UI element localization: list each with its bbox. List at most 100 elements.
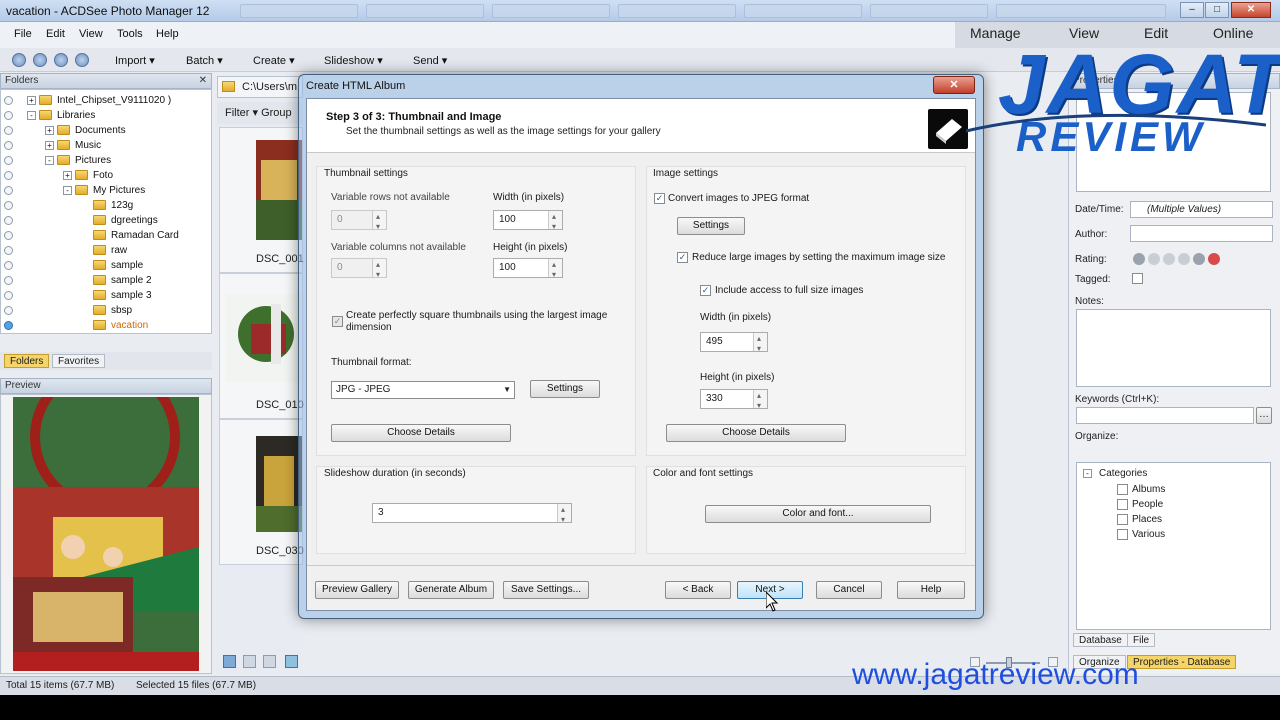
view-icon[interactable] <box>263 655 276 668</box>
menu-edit[interactable]: Edit <box>46 28 65 40</box>
view-icon[interactable] <box>243 655 256 668</box>
thumbnail-card[interactable]: DSC_030 <box>219 419 304 565</box>
background-tab[interactable] <box>870 4 988 18</box>
author-field[interactable] <box>1130 225 1273 242</box>
image-width-stepper[interactable]: 495 <box>700 330 768 358</box>
expander-icon[interactable]: + <box>63 171 72 180</box>
background-tab[interactable] <box>240 4 358 18</box>
folder-tree-item[interactable]: + Music <box>1 138 201 153</box>
image-settings-button[interactable]: Settings <box>677 217 745 235</box>
up-nav-icon[interactable] <box>54 53 68 67</box>
folder-tree-item[interactable]: sample 3 <box>1 288 201 303</box>
tab-file[interactable]: File <box>1127 633 1156 647</box>
back-nav-icon[interactable] <box>12 53 26 67</box>
folder-tree-item[interactable]: dgreetings <box>1 213 201 228</box>
keywords-field[interactable] <box>1076 407 1254 424</box>
refresh-nav-icon[interactable] <box>75 53 89 67</box>
folder-tree-item[interactable]: + Documents <box>1 123 201 138</box>
menu-file[interactable]: File <box>14 28 32 40</box>
stepper-arrows-icon[interactable] <box>753 330 767 358</box>
stepper-arrows-icon[interactable] <box>548 256 562 284</box>
folder-tree-item[interactable]: sample 2 <box>1 273 201 288</box>
generate-album-button[interactable]: Generate Album <box>408 581 494 599</box>
tab-database[interactable]: Database <box>1073 633 1128 647</box>
category-people[interactable]: People <box>1132 499 1163 510</box>
date-field[interactable]: (Multiple Values) <box>1130 201 1273 218</box>
square-thumbs-checkbox[interactable]: ✓ <box>332 316 343 327</box>
slideshow-duration-stepper[interactable]: 3 <box>372 501 572 529</box>
folder-tree-item[interactable]: - My Pictures <box>1 183 201 198</box>
full-size-access-checkbox[interactable]: ✓ <box>700 285 711 296</box>
filter-bar[interactable]: Filter ▾ Group <box>217 102 303 124</box>
category-various[interactable]: Various <box>1132 529 1165 540</box>
save-settings-button[interactable]: Save Settings... <box>503 581 589 599</box>
expander-icon[interactable]: + <box>45 126 54 135</box>
menu-help[interactable]: Help <box>156 28 179 40</box>
expander-icon[interactable]: - <box>27 111 36 120</box>
help-button[interactable]: Help <box>897 581 965 599</box>
category-checkbox[interactable] <box>1117 499 1128 510</box>
dialog-close-button[interactable]: ✕ <box>933 76 975 94</box>
toolbar-send[interactable]: Send ▾ <box>413 54 447 67</box>
folder-tree-item[interactable]: Ramadan Card <box>1 228 201 243</box>
thumb-width-stepper[interactable]: 100 <box>493 208 563 236</box>
folder-tree-item[interactable]: - Libraries <box>1 108 201 123</box>
close-window-button[interactable]: ✕ <box>1231 2 1271 18</box>
folder-tree-item[interactable]: + Intel_Chipset_V9111020 ) <box>1 93 201 108</box>
reduce-images-checkbox[interactable]: ✓ <box>677 252 688 263</box>
folder-tree-item[interactable]: sbsp <box>1 303 201 318</box>
category-checkbox[interactable] <box>1117 529 1128 540</box>
expander-icon[interactable]: - <box>63 186 72 195</box>
preview-gallery-button[interactable]: Preview Gallery <box>315 581 399 599</box>
background-tab[interactable] <box>618 4 736 18</box>
view-icon[interactable] <box>285 655 298 668</box>
stepper-arrows-icon[interactable] <box>557 501 571 529</box>
expander-icon[interactable]: + <box>27 96 36 105</box>
thumb-choose-details-button[interactable]: Choose Details <box>331 424 511 442</box>
toolbar-create[interactable]: Create ▾ <box>253 54 295 67</box>
category-checkbox[interactable] <box>1117 484 1128 495</box>
tab-folders[interactable]: Folders <box>4 354 50 368</box>
menu-tools[interactable]: Tools <box>117 28 143 40</box>
thumb-settings-button[interactable]: Settings <box>530 380 600 398</box>
background-tab[interactable] <box>492 4 610 18</box>
background-tab[interactable] <box>996 4 1166 18</box>
image-height-stepper[interactable]: 330 <box>700 387 768 415</box>
color-font-button[interactable]: Color and font... <box>705 505 931 523</box>
toolbar-batch[interactable]: Batch ▾ <box>186 54 223 67</box>
stepper-arrows-icon[interactable] <box>753 387 767 415</box>
view-icon[interactable] <box>223 655 236 668</box>
stepper-arrows-icon[interactable] <box>548 208 562 236</box>
tab-properties-database[interactable]: Properties - Database <box>1127 655 1237 669</box>
folder-tree-item[interactable]: - Pictures <box>1 153 201 168</box>
back-button[interactable]: < Back <box>665 581 731 599</box>
image-choose-details-button[interactable]: Choose Details <box>666 424 846 442</box>
thumb-format-select[interactable]: JPG - JPEG ▼ <box>331 381 515 399</box>
expander-icon[interactable]: + <box>45 141 54 150</box>
forward-nav-icon[interactable] <box>33 53 47 67</box>
thumb-height-stepper[interactable]: 100 <box>493 256 563 284</box>
convert-jpeg-checkbox[interactable]: ✓ <box>654 193 665 204</box>
tagged-checkbox[interactable] <box>1132 273 1143 284</box>
menu-view[interactable]: View <box>79 28 103 40</box>
folder-tree-item[interactable]: 123g <box>1 198 201 213</box>
notes-field[interactable] <box>1076 309 1271 387</box>
minimize-button[interactable]: – <box>1180 2 1204 18</box>
folder-tree-item[interactable]: raw <box>1 243 201 258</box>
category-checkbox[interactable] <box>1117 514 1128 525</box>
thumbnail-card[interactable]: DSC_001 <box>219 127 304 273</box>
folder-tree-item[interactable]: + Foto <box>1 168 201 183</box>
collapse-icon[interactable]: - <box>1083 469 1092 478</box>
maximize-button[interactable]: □ <box>1205 2 1229 18</box>
cancel-button[interactable]: Cancel <box>816 581 882 599</box>
panel-close-icon[interactable]: ✕ <box>199 74 207 88</box>
category-albums[interactable]: Albums <box>1132 484 1165 495</box>
toolbar-slideshow[interactable]: Slideshow ▾ <box>324 54 383 67</box>
path-bar[interactable]: C:\Users\m <box>217 76 303 98</box>
keywords-browse-button[interactable]: … <box>1256 407 1272 424</box>
category-places[interactable]: Places <box>1132 514 1162 525</box>
toolbar-import[interactable]: Import ▾ <box>115 54 155 67</box>
expander-icon[interactable]: - <box>45 156 54 165</box>
folder-tree-item[interactable]: vacation <box>1 318 201 333</box>
background-tab[interactable] <box>744 4 862 18</box>
